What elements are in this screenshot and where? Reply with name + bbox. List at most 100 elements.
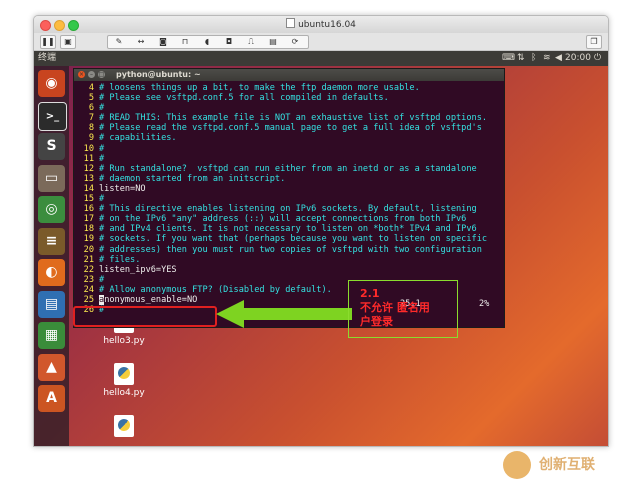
line-text: listen=NO (99, 183, 146, 194)
calc-icon[interactable]: ▦ (38, 322, 65, 349)
impress-icon[interactable]: ▲ (38, 353, 65, 381)
line-text: # (99, 153, 105, 164)
print-icon[interactable]: ▤ (262, 36, 284, 48)
vm-window: ubuntu16.04 ❚❚ ▣ ✎ ↔ ◙ ⊓ ◖ ◘ ⎍ ▤ ⟳ ❐ 终端 ⌨ ⇅ ᛒ ≋ … (33, 15, 609, 447)
line-text: # sockets. If you want that (perhaps bec… (99, 234, 488, 245)
line-number: 23 (83, 274, 94, 285)
sublime-icon[interactable]: S (38, 133, 65, 160)
vim-line: 16 # This directive enables listening on … (78, 204, 502, 214)
vim-line: 14 listen=NO (78, 184, 502, 194)
ubuntu-top-panel: 终端 ⌨ ⇅ ᛒ ≋ ◀ 20:00 ⏻ (34, 51, 608, 66)
line-number: 9 (88, 133, 94, 144)
lock-icon[interactable]: ⊓ (174, 36, 196, 48)
sort-icon[interactable]: ⇅ (517, 51, 525, 66)
vim-line: 9 # capabilities. (78, 133, 502, 143)
usb-icon[interactable]: ⎍ (240, 36, 262, 48)
line-number: 15 (83, 194, 94, 205)
line-number: 25 (83, 294, 94, 305)
launcher: ◉ >_ S ▭ ◎ ≡ ◐ ▤ ▦ ▲ A (34, 66, 69, 446)
vim-line: 21 # files. (78, 255, 502, 265)
refresh-icon[interactable]: ⟳ (284, 36, 306, 48)
line-text: # READ THIS: This example file is NOT an… (99, 113, 488, 124)
vim-line: 10 # (78, 144, 502, 154)
vim-line: 11 # (78, 154, 502, 164)
highlight-box (73, 306, 217, 327)
line-number: 8 (88, 123, 94, 134)
disk-icon[interactable]: ◙ (152, 36, 174, 48)
line-text: # capabilities. (99, 133, 177, 144)
line-text: listen_ipv6=YES (99, 264, 177, 275)
line-text: # (99, 274, 105, 285)
vm-toolbar: ❚❚ ▣ ✎ ↔ ◙ ⊓ ◖ ◘ ⎍ ▤ ⟳ ❐ (34, 33, 608, 51)
vim-line: 13 # daemon started from an initscript. (78, 174, 502, 184)
file-label: hello3.py (103, 336, 145, 346)
scroll-percent: 2% (479, 299, 490, 309)
vim-line: 5 # Please see vsftpd.conf.5 for all comp… (78, 93, 502, 103)
terminal-icon[interactable]: >_ (38, 101, 67, 131)
vim-line: 6 # (78, 103, 502, 113)
vim-line: 4 # loosens things up a bit, to make the … (78, 83, 502, 93)
snapshot-icon: ▣ (64, 37, 72, 46)
camera-icon[interactable]: ◘ (218, 36, 240, 48)
vim-line: 19 # sockets. If you want that (perhaps b… (78, 234, 502, 244)
line-text: # Please read the vsftpd.conf.5 manual p… (99, 123, 482, 134)
line-text: # Please see vsftpd.conf.5 for all compi… (99, 93, 389, 104)
annotation-line1: 不允许 匿名用 (360, 301, 430, 314)
line-number: 4 (88, 83, 94, 93)
bluetooth-icon[interactable]: ᛒ (531, 51, 536, 66)
vm-titlebar: ubuntu16.04 (34, 16, 608, 33)
volume-icon[interactable]: ◀ (555, 51, 562, 66)
power-icon[interactable]: ⏻ (594, 51, 601, 66)
desktop-file[interactable]: hello4.py (94, 363, 154, 398)
ubuntu-logo-icon[interactable]: ◉ (38, 70, 65, 97)
line-number: 14 (83, 183, 94, 194)
files-icon[interactable]: ▭ (38, 164, 65, 192)
line-text: anonymous_enable=NO (99, 294, 197, 305)
pause-icon: ❚❚ (41, 37, 55, 46)
line-number: 21 (83, 254, 94, 265)
python-file-icon (114, 415, 134, 437)
annotation-text: 2.1 不允许 匿名用 户登录 (360, 287, 430, 329)
line-text: # on the IPv6 "any" address (::) will ac… (99, 214, 467, 225)
vm-title: ubuntu16.04 (298, 20, 356, 30)
watermark-logo-icon (503, 451, 531, 479)
terminal-titlebar: × – □ python@ubuntu: ~ (74, 69, 504, 81)
window-restore-button[interactable]: ❐ (586, 35, 602, 49)
chrome-icon[interactable]: ◎ (38, 196, 65, 223)
watermark-text: 创新互联 (539, 457, 595, 473)
vim-line: 18 # and IPv4 clients. It is not necessar… (78, 224, 502, 234)
line-number: 7 (88, 113, 94, 124)
annotation-number: 2.1 (360, 287, 380, 300)
line-text: # This directive enables listening on IP… (99, 204, 477, 215)
line-text: # files. (99, 254, 141, 265)
firefox-icon[interactable]: ◐ (38, 259, 65, 286)
writer-icon[interactable]: ▤ (38, 290, 65, 318)
line-number: 20 (83, 244, 94, 255)
software-icon[interactable]: A (38, 385, 65, 412)
keyboard-icon[interactable]: ⌨ (502, 51, 515, 66)
arrows-icon[interactable]: ↔ (130, 36, 152, 48)
line-number: 19 (83, 234, 94, 245)
wifi-icon[interactable]: ≋ (543, 51, 551, 66)
line-number: 22 (83, 264, 94, 275)
line-number: 6 (88, 103, 94, 114)
document-icon (286, 18, 296, 28)
clock[interactable]: 20:00 (565, 51, 591, 66)
line-number: 5 (88, 93, 94, 104)
active-app-name: 终端 (38, 53, 57, 63)
terminal-maximize-button[interactable]: □ (98, 71, 105, 78)
wrench-icon[interactable]: ✎ (108, 36, 130, 48)
pause-button[interactable]: ❚❚ (40, 35, 56, 49)
terminal-close-button[interactable]: × (78, 71, 85, 78)
line-text: # addresses) then you must run two copie… (99, 244, 482, 255)
line-number: 10 (83, 143, 94, 154)
snapshot-button[interactable]: ▣ (60, 35, 76, 49)
terminal-minimize-button[interactable]: – (88, 71, 95, 78)
desktop-file[interactable] (94, 415, 154, 440)
line-number: 13 (83, 173, 94, 184)
line-text: # loosens things up a bit, to make the f… (99, 83, 420, 93)
line-number: 11 (83, 153, 94, 164)
books-icon[interactable]: ≡ (38, 227, 65, 255)
audio-icon[interactable]: ◖ (196, 36, 218, 48)
line-number: 16 (83, 204, 94, 215)
